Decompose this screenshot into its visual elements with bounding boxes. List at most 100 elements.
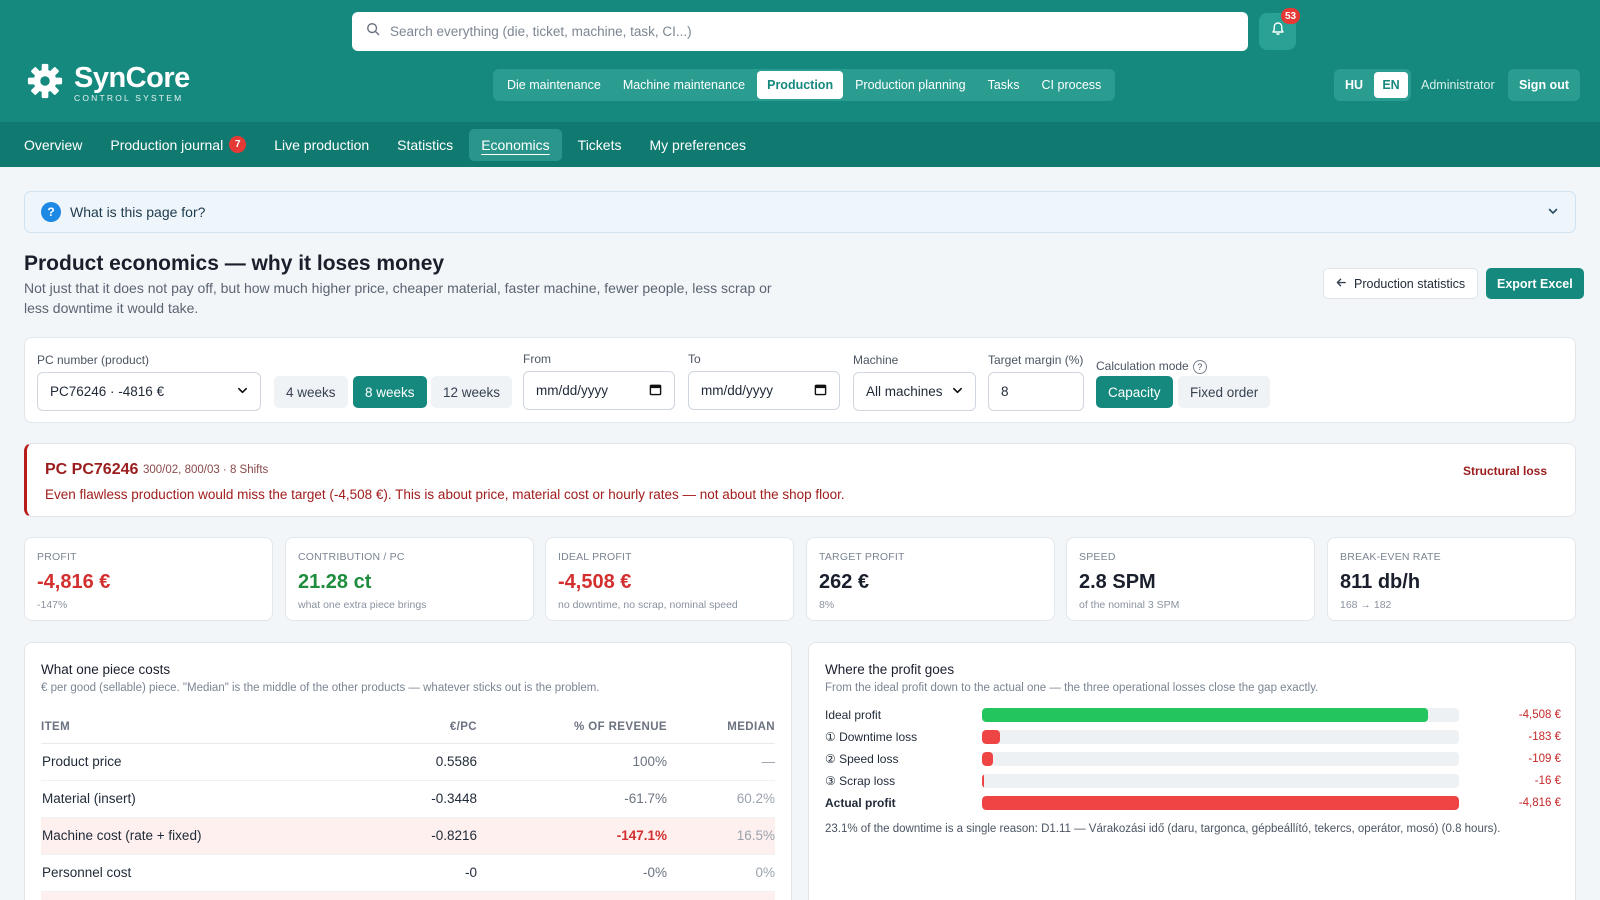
filter-panel: PC number (product) PC76246 · -4816 € 4 … <box>24 337 1576 423</box>
section-tabs: Overview Production journal 7 Live produ… <box>0 122 1600 167</box>
gear-icon <box>26 62 64 105</box>
sign-out-button[interactable]: Sign out <box>1508 69 1580 101</box>
bell-icon <box>1270 21 1286 42</box>
table-row: Material (insert) -0.3448 -61.7% 60.2% <box>41 780 775 818</box>
kpi-value: 262 € <box>819 571 870 593</box>
profit-bar-track <box>982 730 1459 744</box>
card-title: What one piece costs <box>41 662 171 677</box>
to-date-input[interactable]: mm/dd/yyyy <box>688 371 840 410</box>
lang-en-button[interactable]: EN <box>1374 72 1408 98</box>
calendar-icon <box>814 383 827 399</box>
journal-count-badge: 7 <box>229 136 247 153</box>
target-margin-label: Target margin (%) <box>988 353 1084 367</box>
profit-row-speed: ② Speed loss -109 € <box>825 752 1561 766</box>
tab-live-production[interactable]: Live production <box>262 129 381 161</box>
card-subtitle: From the ideal profit down to the actual… <box>825 682 1319 694</box>
period-8-weeks[interactable]: 8 weeks <box>353 376 427 408</box>
profit-row-scrap: ③ Scrap loss -16 € <box>825 774 1561 788</box>
production-statistics-button[interactable]: Production statistics <box>1323 268 1479 299</box>
pc-number-label: PC number (product) <box>37 353 150 367</box>
mode-capacity[interactable]: Capacity <box>1096 376 1173 408</box>
module-ci-process[interactable]: CI process <box>1032 71 1112 99</box>
machine-label: Machine <box>853 353 899 367</box>
table-row: Machine cost (rate + fixed) -0.8216 -147… <box>41 817 775 855</box>
card-title: Where the profit goes <box>825 662 955 677</box>
app-logo[interactable]: SynCore CONTROL SYSTEM <box>26 62 190 105</box>
profit-bar-track <box>982 774 1459 788</box>
arrow-left-icon <box>1336 277 1347 291</box>
pc-number-select[interactable]: PC76246 · -4816 € <box>37 372 261 411</box>
global-search[interactable] <box>352 12 1248 51</box>
kpi-break-even-rate: BREAK-EVEN RATE 811 db/h 168 → 182 <box>1327 537 1576 621</box>
table-row <box>41 891 775 900</box>
profit-bar <box>982 774 984 788</box>
machine-select[interactable]: All machines <box>853 372 976 411</box>
profit-bar-track <box>982 796 1459 810</box>
period-12-weeks[interactable]: 12 weeks <box>431 376 513 408</box>
target-margin-input[interactable]: 8 <box>988 372 1084 411</box>
pc-code: PC PC76246 <box>45 461 139 478</box>
profit-bar-track <box>982 708 1459 722</box>
kpi-value: 2.8 SPM <box>1079 571 1156 593</box>
module-machine-maintenance[interactable]: Machine maintenance <box>613 71 755 99</box>
structural-loss-banner: PC PC76246 300/02, 800/03 · 8 Shifts Eve… <box>24 443 1576 517</box>
kpi-value: 811 db/h <box>1340 571 1421 593</box>
chevron-down-icon <box>1547 204 1559 222</box>
logo-subtitle: CONTROL SYSTEM <box>74 93 184 103</box>
tab-tickets[interactable]: Tickets <box>566 129 634 161</box>
table-row: Product price 0.5586 100% — <box>41 743 775 781</box>
loss-type-badge: Structural loss <box>1462 464 1547 478</box>
search-input[interactable] <box>390 24 1248 39</box>
from-label: From <box>523 352 551 366</box>
module-switcher: Die maintenance Machine maintenance Prod… <box>493 69 1116 101</box>
module-die-maintenance[interactable]: Die maintenance <box>497 71 611 99</box>
kpi-speed: SPEED 2.8 SPM of the nominal 3 SPM <box>1066 537 1315 621</box>
calendar-icon <box>649 383 662 399</box>
chevron-down-icon <box>952 384 963 399</box>
module-production[interactable]: Production <box>757 71 844 99</box>
notification-count-badge: 53 <box>1281 8 1301 24</box>
lang-hu-button[interactable]: HU <box>1337 72 1371 98</box>
profit-row-downtime: ① Downtime loss -183 € <box>825 730 1561 744</box>
module-production-planning[interactable]: Production planning <box>845 71 976 99</box>
kpi-value: -4,816 € <box>37 571 111 593</box>
tab-statistics[interactable]: Statistics <box>385 129 465 161</box>
tab-economics[interactable]: Economics <box>469 128 562 161</box>
period-4-weeks[interactable]: 4 weeks <box>274 376 348 408</box>
profit-breakdown-card: Where the profit goes From the ideal pro… <box>808 642 1576 900</box>
current-user: Administrator <box>1421 78 1495 92</box>
profit-bar <box>982 708 1429 722</box>
column-header: ITEM <box>41 712 357 744</box>
table-header-row: ITEM €/PC % OF REVENUE MEDIAN <box>41 712 775 744</box>
column-header: % OF REVENUE <box>477 712 667 744</box>
page-subtitle: Not just that it does not pay off, but h… <box>24 280 772 316</box>
help-title: What is this page for? <box>70 204 206 220</box>
export-excel-button[interactable]: Export Excel <box>1486 268 1584 299</box>
module-tasks[interactable]: Tasks <box>978 71 1030 99</box>
pc-meta: 300/02, 800/03 · 8 Shifts <box>143 464 269 476</box>
cost-table: ITEM €/PC % OF REVENUE MEDIAN Product pr… <box>41 712 775 900</box>
profit-bar-track <box>982 752 1459 766</box>
profit-bar <box>982 752 993 766</box>
to-label: To <box>688 352 701 366</box>
kpi-value: 21.28 ct <box>298 571 372 593</box>
profit-bar <box>982 730 1001 744</box>
help-icon[interactable]: ? <box>1192 360 1207 374</box>
mode-fixed-order[interactable]: Fixed order <box>1178 376 1271 408</box>
column-header: €/PC <box>357 712 477 744</box>
page-help-toggle[interactable]: ? What is this page for? <box>24 191 1576 233</box>
tab-my-preferences[interactable]: My preferences <box>637 129 757 161</box>
page-title: Product economics — why it loses money <box>24 252 445 275</box>
profit-row-ideal: Ideal profit -4,508 € <box>825 708 1561 722</box>
logo-name: SynCore <box>74 62 190 94</box>
search-icon <box>366 22 380 41</box>
top-header: 53 SynCore CONTROL SYSTEM <box>0 0 1600 122</box>
from-date-input[interactable]: mm/dd/yyyy <box>523 371 675 410</box>
kpi-value: -4,508 € <box>558 571 632 593</box>
kpi-target-profit: TARGET PROFIT 262 € 8% <box>806 537 1055 621</box>
loss-message: Even flawless production would miss the … <box>45 487 845 502</box>
chevron-down-icon <box>237 384 248 399</box>
tab-production-journal[interactable]: Production journal 7 <box>98 129 258 161</box>
calculation-mode-label: Calculation mode? <box>1096 359 1207 374</box>
tab-overview[interactable]: Overview <box>12 129 94 161</box>
